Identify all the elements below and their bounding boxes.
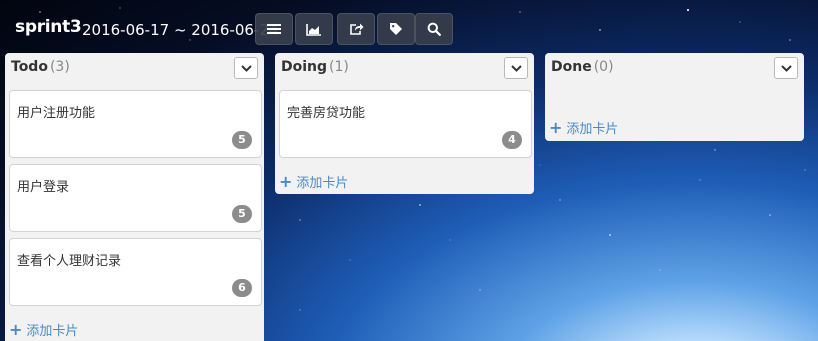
column-menu-toggle[interactable] [774,57,798,79]
column-title: Doing (1) [281,59,349,75]
add-card-label: 添加卡片 [26,324,79,339]
column-header: Done (0) [545,53,804,86]
chevron-down-icon [780,64,792,72]
card[interactable]: 查看个人理财记录 6 [9,238,262,306]
card-points-badge: 5 [232,131,252,149]
column-doing: Doing (1) 完善房贷功能 4 + 添加卡片 [275,53,534,194]
add-card-link[interactable]: + 添加卡片 [279,172,349,192]
chevron-down-icon [510,64,522,72]
tag-icon [390,23,402,35]
card-points-badge: 5 [232,205,252,223]
board-title: sprint3 [15,17,82,37]
column-title: Done (0) [551,59,614,75]
share-button[interactable] [337,13,375,45]
chevron-down-icon [240,64,252,72]
card-title: 完善房贷功能 [287,106,366,121]
column-menu-toggle[interactable] [504,57,528,79]
column-done: Done (0) + 添加卡片 [545,53,804,141]
search-icon [427,22,441,36]
column-header: Todo (3) [5,53,264,86]
plus-icon: + [9,320,23,339]
card[interactable]: 用户登录 5 [9,164,262,232]
search-button[interactable] [415,13,453,45]
column-title-label: Todo [11,59,48,75]
chart-icon [306,23,321,36]
card-points-badge: 4 [502,131,522,149]
add-card-label: 添加卡片 [566,122,619,137]
card[interactable]: 用户注册功能 5 [9,90,262,158]
board-header: sprint3 2016-06-17 ~ 2016-06-24 [0,0,818,52]
column-header: Doing (1) [275,53,534,86]
card-points-badge: 6 [232,279,252,297]
menu-icon [267,24,281,34]
board-date-range: 2016-06-17 ~ 2016-06-24 [82,21,279,39]
add-card-link[interactable]: + 添加卡片 [549,118,619,138]
card-title: 查看个人理财记录 [17,254,122,269]
menu-button[interactable] [255,13,293,45]
plus-icon: + [549,118,563,137]
share-icon [349,23,363,35]
column-count: (3) [49,59,70,75]
column-title-label: Done [551,59,592,75]
add-card-link[interactable]: + 添加卡片 [9,320,79,340]
add-card-label: 添加卡片 [296,176,349,191]
column-count: (1) [329,59,349,75]
column-title-label: Doing [281,59,328,75]
column-title: Todo (3) [11,59,70,75]
column-menu-toggle[interactable] [234,57,258,79]
column-todo: Todo (3) 用户注册功能 5 用户登录 5 查看个人理财记录 6 + 添加卡片 [5,53,264,341]
plus-icon: + [279,172,293,191]
tag-button[interactable] [377,13,415,45]
card[interactable]: 完善房贷功能 4 [279,90,532,158]
chart-button[interactable] [295,13,333,45]
card-title: 用户注册功能 [17,106,96,121]
column-count: (0) [593,59,614,75]
card-title: 用户登录 [17,180,70,195]
